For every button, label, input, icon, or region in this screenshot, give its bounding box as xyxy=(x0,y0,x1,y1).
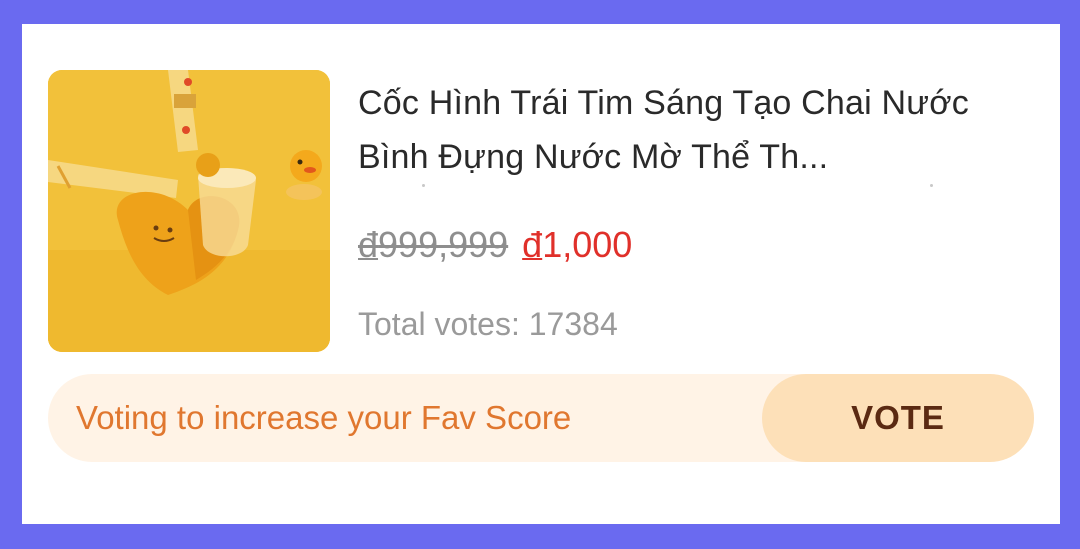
original-price: đ999,999 xyxy=(358,224,508,266)
sale-currency: đ xyxy=(522,224,543,265)
vote-message: Voting to increase your Fav Score xyxy=(76,399,572,436)
product-image[interactable] xyxy=(48,70,330,352)
screenshot-frame: Cốc Hình Trái Tim Sáng Tạo Chai Nước Bìn… xyxy=(0,0,1080,549)
product-card[interactable]: Cốc Hình Trái Tim Sáng Tạo Chai Nước Bìn… xyxy=(22,24,1060,524)
heart-water-bottle-image xyxy=(48,70,330,352)
sale-amount: 1,000 xyxy=(542,224,633,265)
divider-dot xyxy=(422,184,425,187)
vote-button[interactable]: VOTE xyxy=(762,374,1034,462)
product-title[interactable]: Cốc Hình Trái Tim Sáng Tạo Chai Nước Bìn… xyxy=(358,76,1038,184)
price-row: đ999,999 đ1,000 xyxy=(358,224,632,274)
sale-price: đ1,000 xyxy=(522,224,632,266)
original-amount: 999,999 xyxy=(378,224,509,265)
total-votes: Total votes: 17384 xyxy=(358,306,618,342)
divider-dot xyxy=(930,184,933,187)
original-currency: đ xyxy=(358,224,379,265)
vote-bar: Voting to increase your Fav Score VOTE xyxy=(48,374,1034,462)
